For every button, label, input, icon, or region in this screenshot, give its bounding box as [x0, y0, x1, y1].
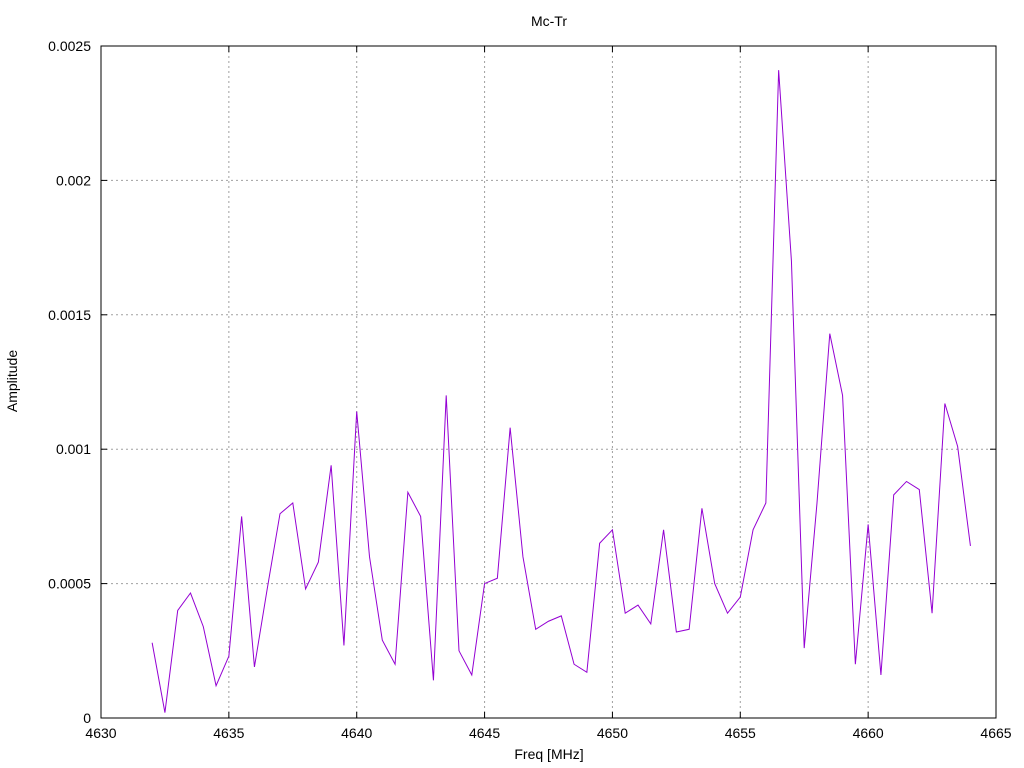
x-tick-label: 4645: [469, 725, 500, 741]
x-tick-label: 4665: [980, 725, 1011, 741]
chart-title: Mc-Tr: [531, 13, 567, 29]
x-tick-label: 4650: [597, 725, 628, 741]
x-tick-label: 4635: [213, 725, 244, 741]
series-group: [151, 70, 971, 713]
y-tick-labels: 0 0.0005 0.001 0.0015 0.002 0.0025: [48, 38, 91, 726]
y-tick-label: 0: [83, 710, 91, 726]
plot-frame: [100, 45, 997, 719]
chart: 4630 4635 4640 4645 4650 4655 4660 4665 0 0.0005…: [4, 13, 1012, 762]
x-tick-label: 4655: [725, 725, 756, 741]
x-tick-label: 4630: [85, 725, 116, 741]
y-tick-label: 0.001: [56, 441, 91, 457]
y-tick-label: 0.0015: [48, 307, 91, 323]
y-axis-label: Amplitude: [4, 350, 20, 412]
tick-marks: [100, 45, 997, 719]
series-line: [151, 70, 971, 713]
y-tick-label: 0.0005: [48, 576, 91, 592]
x-tick-label: 4660: [853, 725, 884, 741]
y-tick-label: 0.002: [56, 172, 91, 188]
y-tick-label: 0.0025: [48, 38, 91, 54]
x-tick-label: 4640: [341, 725, 372, 741]
x-axis-label: Freq [MHz]: [514, 746, 583, 762]
grid: [101, 46, 996, 718]
x-tick-labels: 4630 4635 4640 4645 4650 4655 4660 4665: [85, 725, 1011, 741]
